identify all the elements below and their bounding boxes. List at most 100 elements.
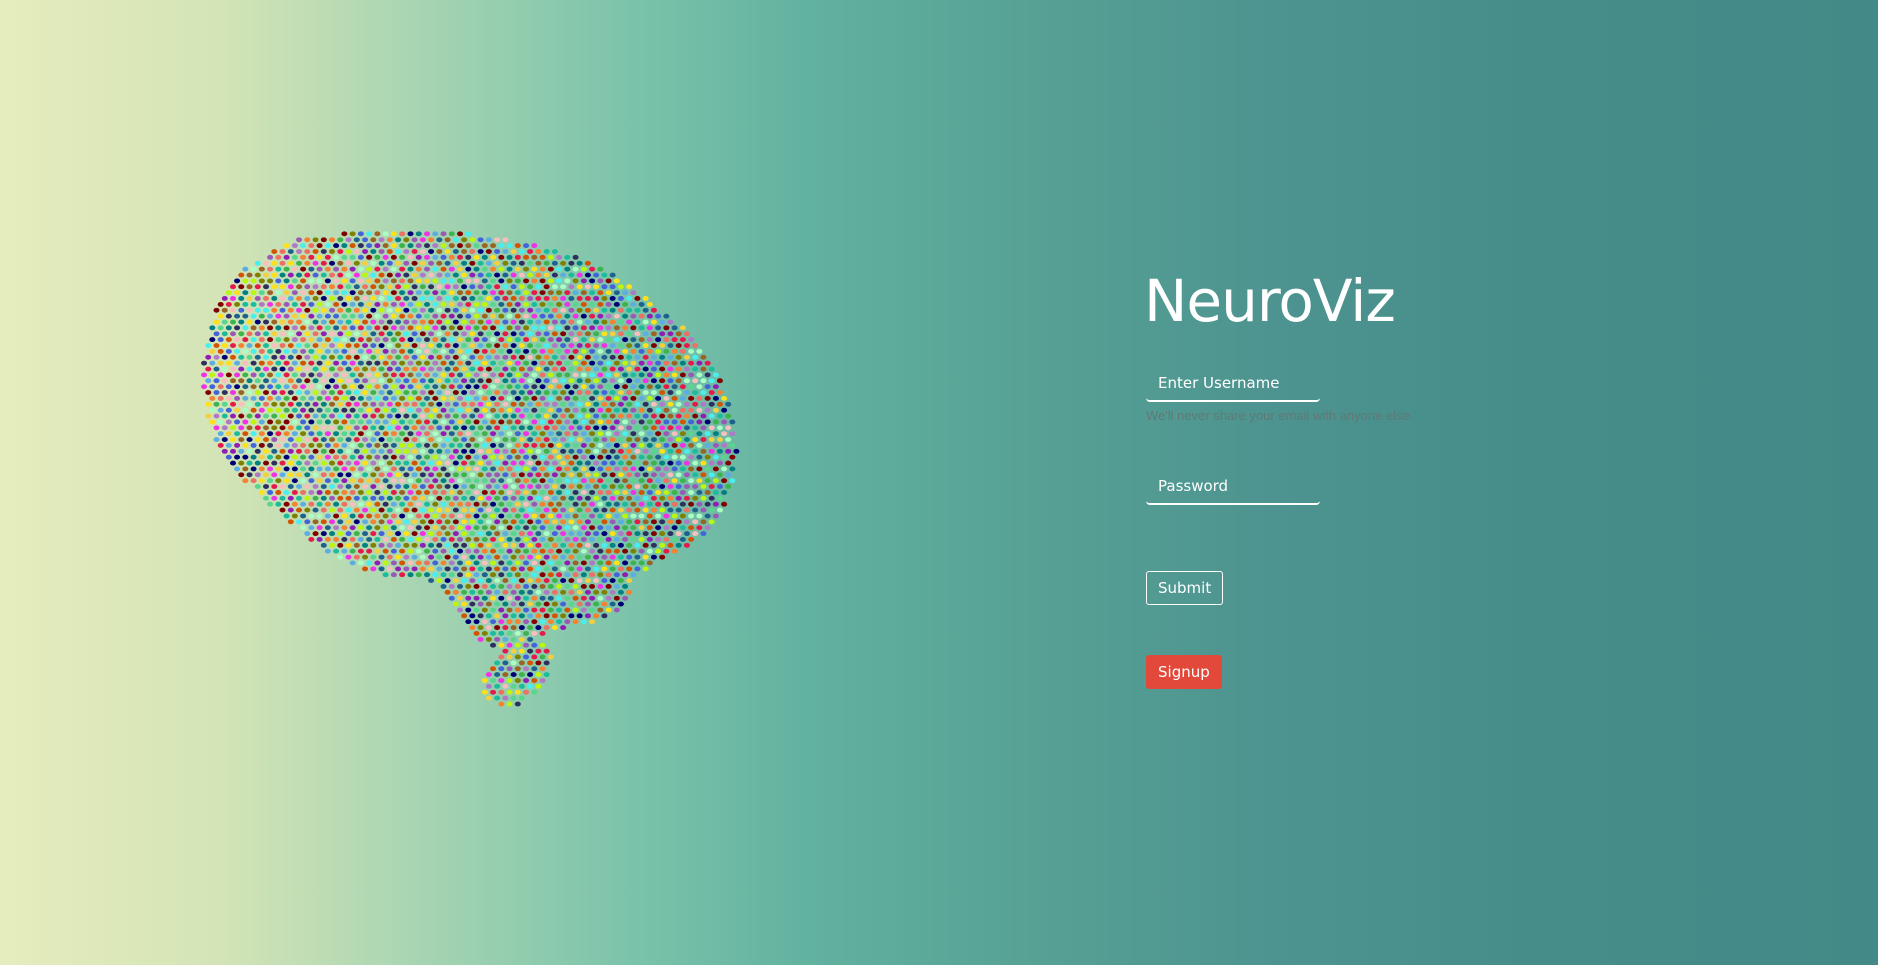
brain-dot	[353, 378, 360, 384]
brain-dot	[729, 419, 736, 425]
brain-dot	[498, 548, 505, 554]
brain-dot	[560, 460, 567, 466]
brain-dot	[584, 354, 591, 360]
brain-dot	[415, 419, 422, 425]
brain-dot	[329, 319, 336, 325]
brain-dot	[551, 613, 558, 619]
brain-dot	[547, 454, 554, 460]
brain-dot	[403, 484, 410, 489]
brain-dot	[448, 290, 455, 296]
brain-dot	[473, 501, 480, 507]
brain-dot	[378, 296, 385, 301]
submit-button[interactable]: Submit	[1146, 570, 1224, 605]
brain-dot	[291, 490, 298, 495]
brain-dot	[349, 478, 356, 484]
brain-dot	[696, 466, 703, 472]
brain-dot	[419, 425, 426, 431]
brain-dot	[613, 348, 620, 354]
brain-dot	[589, 442, 596, 448]
brain-dot	[589, 584, 596, 589]
brain-dot	[349, 231, 356, 237]
brain-dot	[584, 296, 591, 301]
brain-dot	[539, 490, 546, 495]
brain-dot	[407, 501, 414, 507]
brain-dot	[469, 613, 476, 619]
brain-dot	[494, 425, 501, 431]
brain-dot	[374, 301, 381, 307]
brain-dot	[304, 401, 311, 407]
brain-dot	[399, 536, 406, 542]
brain-dot	[457, 407, 464, 413]
brain-dot	[663, 536, 670, 542]
brain-dot	[461, 531, 468, 537]
brain-dot	[345, 390, 352, 395]
brain-dot	[704, 466, 711, 472]
brain-dot	[329, 401, 336, 407]
brain-dot	[527, 366, 534, 372]
brain-dot	[568, 331, 575, 337]
brain-dot	[250, 466, 257, 472]
brain-dot	[457, 231, 464, 237]
brain-dot	[568, 566, 575, 572]
brain-dot	[601, 319, 608, 325]
brain-dot	[543, 366, 550, 372]
brain-dot	[613, 419, 620, 425]
brain-dot	[296, 390, 303, 395]
brain-dot	[667, 401, 674, 407]
username-input[interactable]	[1146, 367, 1320, 402]
brain-dot	[584, 331, 591, 337]
brain-dot	[436, 425, 443, 431]
brain-dot	[605, 466, 612, 472]
brain-dot	[671, 454, 678, 460]
brain-dot	[650, 519, 657, 525]
brain-dot	[415, 384, 422, 390]
brain-dot	[560, 390, 567, 395]
brain-dot	[531, 442, 538, 448]
brain-dot	[345, 378, 352, 384]
brain-dot	[428, 425, 435, 431]
brain-dot	[424, 337, 431, 343]
brain-dot	[357, 313, 364, 319]
brain-dot	[490, 243, 497, 249]
brain-dot	[609, 484, 616, 489]
brain-dot	[626, 554, 633, 560]
brain-dot	[444, 460, 451, 466]
brain-dot	[357, 396, 364, 401]
brain-dot	[312, 331, 319, 337]
brain-dot	[316, 301, 323, 307]
brain-dot	[605, 384, 612, 390]
brain-dot	[494, 296, 501, 301]
brain-dot	[683, 331, 690, 337]
brain-dot	[716, 401, 723, 407]
brain-dot	[531, 548, 538, 554]
password-input[interactable]	[1146, 470, 1320, 505]
brain-dot	[461, 272, 468, 278]
brain-dot	[473, 572, 480, 578]
brain-dot	[700, 472, 707, 478]
brain-dot	[663, 419, 670, 425]
brain-dot	[572, 513, 579, 519]
signup-button[interactable]: Signup	[1146, 654, 1222, 689]
brain-dot	[399, 348, 406, 354]
brain-dot	[436, 343, 443, 348]
brain-dot	[452, 307, 459, 313]
brain-dot	[477, 625, 484, 631]
brain-dot	[601, 343, 608, 348]
brain-dot	[490, 337, 497, 343]
brain-dot	[675, 413, 682, 419]
brain-dot	[597, 313, 604, 319]
brain-dot	[263, 343, 270, 348]
brain-dot	[424, 372, 431, 378]
brain-dot	[296, 448, 303, 454]
brain-dot	[419, 531, 426, 537]
brain-dot	[415, 478, 422, 484]
brain-dot	[390, 572, 397, 578]
brain-dot	[593, 413, 600, 419]
brain-dot	[312, 401, 319, 407]
brain-dot	[667, 519, 674, 525]
brain-dot	[568, 542, 575, 548]
brain-dot	[461, 578, 468, 583]
brain-dot	[390, 348, 397, 354]
brain-dot	[708, 519, 715, 525]
brain-dot	[221, 390, 228, 395]
